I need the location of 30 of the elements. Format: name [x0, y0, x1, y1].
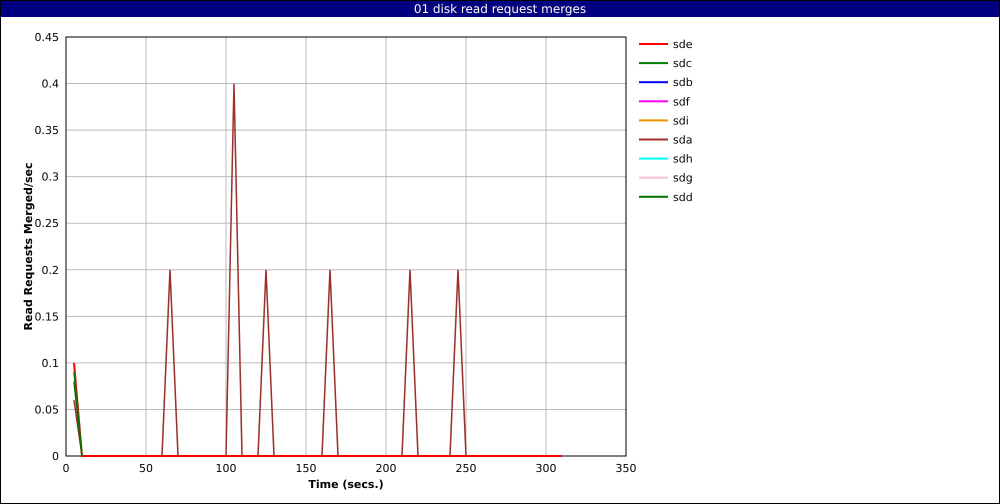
tick-label: 150 — [296, 462, 316, 475]
tick-label: 0.4 — [42, 78, 59, 91]
legend-label: sde — [673, 38, 692, 51]
axis-title: Time (secs.) — [308, 478, 384, 491]
tick-label: 350 — [616, 462, 636, 475]
tick-label: 200 — [376, 462, 396, 475]
tick-label: 0 — [62, 462, 70, 475]
tick-label: 50 — [139, 462, 153, 475]
tick-label: 0 — [52, 450, 59, 463]
title-bar: 01 disk read request merges — [1, 1, 999, 17]
tick-label: 0.25 — [34, 217, 59, 230]
legend-label: sdf — [673, 95, 690, 108]
legend-label: sda — [673, 134, 692, 146]
legend-label: sdi — [673, 114, 689, 128]
legend-label: sdc — [673, 57, 692, 70]
tick-label: 0.35 — [34, 124, 59, 138]
tick-label: 250 — [456, 462, 476, 475]
tick-label: 0.15 — [34, 310, 59, 324]
legend-label: sdb — [673, 76, 693, 90]
legend-label: sdg — [673, 172, 693, 185]
tick-label: 0.05 — [34, 403, 59, 416]
axis-title: Read Requests Merged/sec — [22, 162, 35, 330]
tick-label: 0.3 — [42, 170, 59, 184]
legend-label: sdd — [673, 190, 693, 204]
tick-label: 0.45 — [34, 31, 59, 44]
tick-label: 0.1 — [42, 356, 59, 370]
tick-label: 100 — [216, 462, 236, 475]
tick-label: 0.2 — [42, 264, 59, 277]
tick-label: 300 — [536, 462, 556, 475]
legend-label: sdh — [673, 152, 693, 166]
